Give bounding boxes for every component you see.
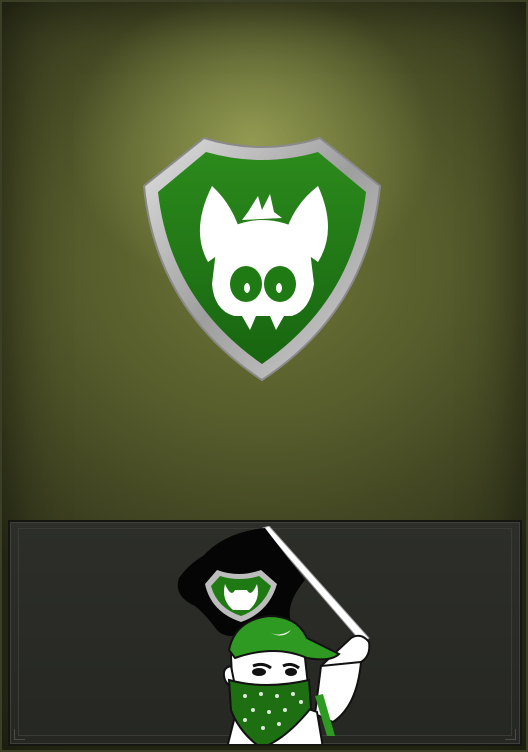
panel-corner-ornament — [505, 729, 516, 740]
game-card[interactable] — [0, 0, 528, 752]
panel-corner-ornament — [14, 729, 25, 740]
character-panel — [8, 520, 522, 746]
boar-shield-icon — [142, 136, 382, 382]
flag-bearer-mascot-icon — [177, 526, 371, 744]
